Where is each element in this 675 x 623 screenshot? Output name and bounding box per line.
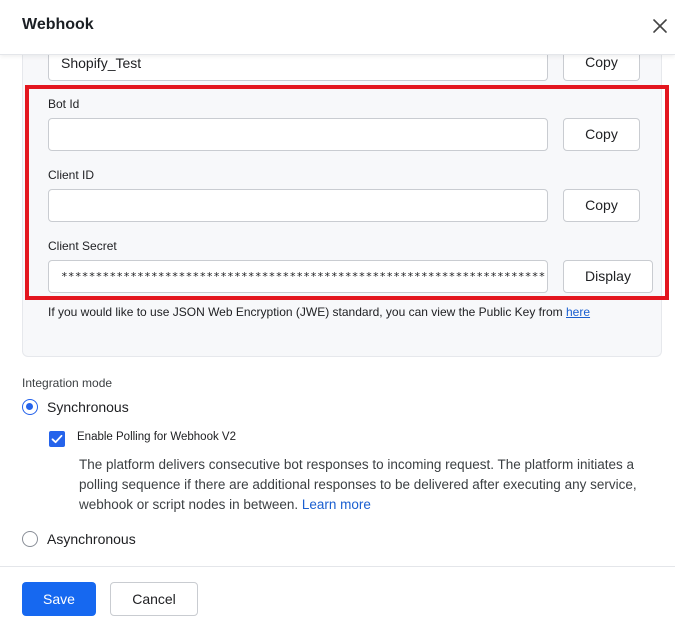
- cancel-button[interactable]: Cancel: [110, 582, 198, 616]
- checkmark-icon: [51, 434, 63, 444]
- polling-label[interactable]: Enable Polling for Webhook V2: [77, 431, 236, 443]
- copy-bot-id-button[interactable]: Copy: [563, 118, 640, 151]
- synchronous-radio[interactable]: [22, 399, 38, 415]
- jwe-note-text: If you would like to use JSON Web Encryp…: [48, 305, 566, 319]
- copy-client-id-button[interactable]: Copy: [563, 189, 640, 222]
- jwe-note: If you would like to use JSON Web Encryp…: [48, 305, 590, 319]
- client-secret-field[interactable]: ****************************************…: [48, 260, 548, 293]
- bot-id-field[interactable]: [48, 118, 548, 151]
- polling-checkbox[interactable]: [49, 431, 65, 447]
- dialog-header: Webhook: [0, 0, 675, 55]
- close-icon[interactable]: [650, 16, 670, 36]
- learn-more-link[interactable]: Learn more: [302, 497, 371, 512]
- asynchronous-label[interactable]: Asynchronous: [47, 531, 136, 547]
- save-button[interactable]: Save: [22, 582, 96, 616]
- polling-description: The platform delivers consecutive bot re…: [79, 455, 649, 515]
- integration-mode-label: Integration mode: [22, 376, 113, 390]
- bot-id-label: Bot Id: [48, 97, 80, 111]
- display-secret-button[interactable]: Display: [563, 260, 653, 293]
- asynchronous-radio[interactable]: [22, 531, 38, 547]
- dialog-footer: Save Cancel: [0, 566, 675, 623]
- client-secret-label: Client Secret: [48, 239, 117, 253]
- dialog-title: Webhook: [22, 16, 94, 33]
- public-key-link[interactable]: here: [566, 305, 590, 319]
- client-id-label: Client ID: [48, 168, 95, 182]
- client-id-field[interactable]: [48, 189, 548, 222]
- synchronous-label[interactable]: Synchronous: [47, 399, 129, 415]
